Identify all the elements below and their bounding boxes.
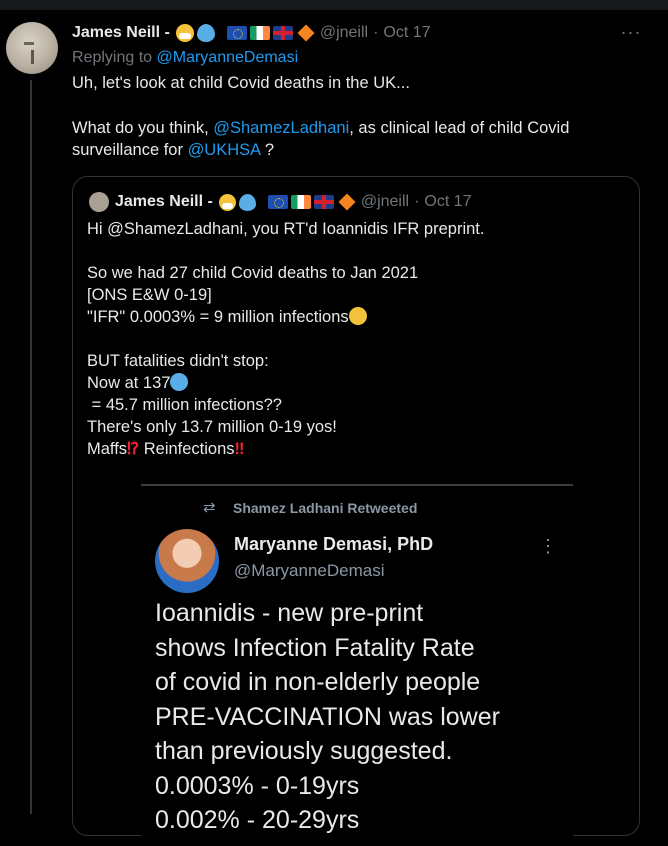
text-segment: Reinfections — [139, 440, 235, 458]
retweeted-label: Shamez Ladhani Retweeted — [233, 500, 418, 516]
text-segment: "IFR" 0.0003% = 9 million infections — [87, 308, 349, 326]
top-bar — [0, 0, 668, 10]
double-exclamation-emoji-icon: ‼ — [234, 440, 245, 458]
embedded-more-icon: ⋮ — [539, 536, 557, 556]
thinking-face-emoji-icon — [348, 307, 367, 325]
orange-diamond-icon — [338, 193, 356, 211]
uk-flag-icon — [313, 195, 334, 209]
mask-face-emoji-icon — [175, 24, 194, 42]
thread-connector-line — [30, 80, 32, 814]
eu-flag-icon — [267, 195, 288, 209]
embedded-handle: @MaryanneDemasi — [234, 561, 385, 580]
text-segment: ? — [260, 141, 275, 159]
text-segment: Maffs — [87, 440, 128, 458]
retweet-icon: ⇄ — [203, 499, 216, 516]
separator: · — [373, 24, 379, 41]
separator: · — [414, 193, 420, 210]
quote-line: [ONS E&W 0-19] — [87, 286, 212, 304]
text-segment: Now at 137 — [87, 374, 171, 392]
quote-line: There's only 13.7 million 0-19 yos! — [87, 418, 337, 436]
avatar[interactable] — [6, 22, 58, 74]
quote-name-emojis — [218, 193, 356, 211]
replying-to-link[interactable]: @MaryanneDemasi — [157, 49, 299, 66]
avatar-detail — [31, 50, 34, 64]
ireland-flag-icon — [249, 26, 270, 40]
quote-line: Hi @ShamezLadhani, you RT'd Ioannidis IF… — [87, 220, 485, 238]
timestamp[interactable]: Oct 17 — [383, 24, 430, 42]
quote-avatar — [89, 192, 109, 212]
crying-face-emoji-icon — [170, 373, 189, 391]
blue-heart-emoji-icon — [238, 193, 256, 211]
quoted-tweet[interactable]: James Neill - @jneill · Oct 17 Hi @Shame… — [72, 176, 640, 846]
avatar-detail — [24, 42, 34, 45]
mention-link[interactable]: @UKHSA — [188, 141, 261, 159]
replying-to: Replying to @MaryanneDemasi — [72, 49, 298, 67]
replying-prefix: Replying to — [72, 49, 153, 66]
quote-display-name: James Neill - — [115, 193, 213, 210]
embedded-screenshot-image[interactable]: ⇄ Shamez Ladhani Retweeted Maryanne Dema… — [141, 484, 573, 846]
blue-heart-emoji-icon — [196, 24, 215, 42]
quote-line: So we had 27 child Covid deaths to Jan 2… — [87, 264, 419, 282]
uk-flag-icon — [272, 26, 293, 40]
tweet-header: James Neill - @jneill · Oct 17 — [72, 22, 431, 44]
quote-timestamp: Oct 17 — [424, 193, 472, 210]
orange-diamond-icon — [297, 24, 315, 42]
quote-line: BUT fatalities didn't stop: — [87, 352, 269, 370]
quote-line: = 45.7 million infections?? — [87, 396, 282, 414]
embedded-avatar — [155, 529, 219, 593]
more-options-button[interactable]: ··· — [620, 22, 642, 43]
mention-link[interactable]: @ShamezLadhani — [213, 119, 349, 137]
ireland-flag-icon — [290, 195, 311, 209]
tweet-text-line1: Uh, let's look at child Covid deaths in … — [72, 74, 410, 92]
quote-handle: @jneill — [360, 193, 410, 210]
quote-header: James Neill - @jneill · Oct 17 — [115, 191, 472, 213]
handle[interactable]: @jneill — [320, 24, 368, 42]
quote-line: "IFR" 0.0003% = 9 million infections — [87, 306, 617, 328]
tweet-text-paragraph2: What do you think, @ShamezLadhani, as cl… — [72, 117, 632, 161]
quote-text: Hi @ShamezLadhani, you RT'd Ioannidis IF… — [87, 218, 617, 460]
interrobang-emoji-icon: ⁉ — [127, 440, 140, 458]
quote-line: Maffs⁉ Reinfections‼ — [87, 438, 617, 460]
embedded-tweet-body: Ioannidis - new pre-print shows Infectio… — [155, 599, 500, 834]
eu-flag-icon — [226, 26, 247, 40]
quote-line: Now at 137 — [87, 372, 617, 394]
text-segment: What do you think, — [72, 119, 214, 137]
name-emojis — [175, 24, 315, 42]
embedded-display-name: Maryanne Demasi, PhD — [234, 534, 434, 554]
display-name[interactable]: James Neill - — [72, 24, 170, 42]
mask-face-emoji-icon — [218, 193, 236, 211]
